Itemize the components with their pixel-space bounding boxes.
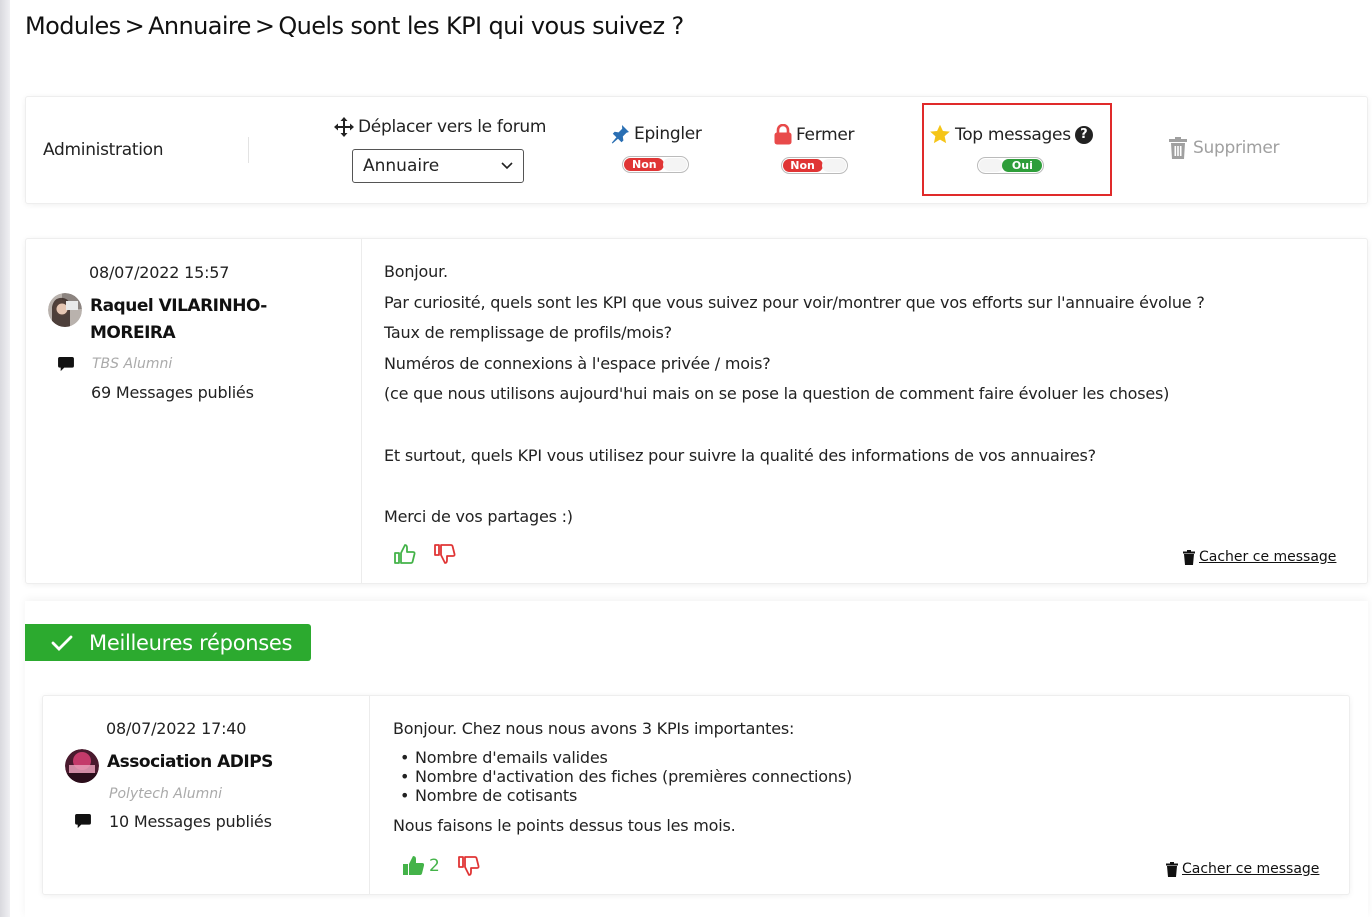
- best-body: Bonjour. Chez nous nous avons 3 KPIs imp…: [393, 719, 852, 835]
- chat-icon: [75, 814, 91, 829]
- breadcrumb-modules[interactable]: Modules: [25, 12, 121, 40]
- forum-select-value: Annuaire: [363, 156, 440, 176]
- best-intro: Bonjour. Chez nous nous avons 3 KPIs imp…: [393, 719, 795, 738]
- post-line: Merci de vos partages :): [384, 506, 573, 526]
- hide-message-text: Cacher ce message: [1199, 549, 1337, 565]
- post-line: Taux de remplissage de profils/mois?: [384, 323, 672, 343]
- post-line: Numéros de connexions à l'espace privée …: [384, 353, 771, 373]
- post-line: (ce que nous utilisons aujourd'hui mais …: [384, 384, 1170, 404]
- trash-icon: [1169, 137, 1187, 159]
- admin-bar: Administration Déplacer vers le forum An…: [25, 96, 1368, 204]
- close-text: Fermer: [796, 124, 855, 145]
- best-outro: Nous faisons le points dessus tous les m…: [393, 816, 736, 835]
- top-messages-toggle-state: Oui: [1002, 159, 1043, 172]
- breadcrumb-separator: >: [124, 12, 145, 40]
- pin-toggle[interactable]: Non: [622, 156, 690, 173]
- post-author-panel: 08/07/2022 15:57 Raquel VILARINHO- MOREI…: [26, 239, 362, 583]
- pin-text: Epingler: [634, 124, 702, 144]
- admin-title: Administration: [43, 140, 164, 160]
- thumbs-up-icon[interactable]: [394, 543, 416, 565]
- pin-label: Epingler: [610, 124, 702, 144]
- hide-message-link[interactable]: Cacher ce message: [1183, 549, 1336, 565]
- best-author[interactable]: Association ADIPS: [65, 749, 273, 783]
- post-date: 08/07/2022 15:57: [89, 263, 230, 282]
- top-messages-toggle-knob: [979, 159, 1004, 172]
- chevron-down-icon: [501, 162, 513, 170]
- breadcrumb: Modules > Annuaire > Quels sont les KPI qui …: [25, 12, 684, 40]
- post-body: Bonjour. Par curiosité, quels sont les K…: [384, 257, 1205, 532]
- author-organization: TBS Alumni: [92, 356, 173, 372]
- post-card: 08/07/2022 15:57 Raquel VILARINHO- MOREI…: [25, 238, 1368, 584]
- best-hide-message-text: Cacher ce message: [1182, 861, 1320, 877]
- thumbs-down-icon[interactable]: [434, 543, 456, 565]
- breadcrumb-separator: >: [254, 12, 275, 40]
- trash-icon: [1166, 861, 1178, 877]
- close-toggle-state: Non: [782, 159, 823, 172]
- move-icon: [334, 117, 354, 137]
- move-to-forum-text: Déplacer vers le forum: [358, 117, 547, 137]
- thumbs-up-filled-icon[interactable]: [403, 856, 425, 876]
- avatar: [65, 749, 99, 783]
- post-line: Par curiosité, quels sont les KPI que vo…: [384, 292, 1205, 312]
- best-author-organization: Polytech Alumni: [109, 786, 223, 802]
- best-answers-title: Meilleures réponses: [89, 630, 293, 655]
- list-item: Nombre de cotisants: [393, 786, 852, 805]
- delete-text: Supprimer: [1193, 138, 1280, 158]
- post-line: Et surtout, quels KPI vous utilisez pour…: [384, 445, 1096, 465]
- check-icon: [51, 635, 73, 651]
- best-author-name: Association ADIPS: [107, 752, 273, 772]
- help-icon[interactable]: ?: [1074, 125, 1093, 144]
- post-line: Bonjour.: [384, 262, 448, 281]
- list-item: Nombre d'emails valides: [393, 748, 852, 767]
- forum-select[interactable]: Annuaire: [352, 149, 524, 183]
- like-count: 2: [429, 856, 440, 876]
- best-answers-banner: Meilleures réponses: [25, 624, 311, 661]
- kpi-list: Nombre d'emails valides Nombre d'activat…: [393, 748, 852, 805]
- breadcrumb-topic: Quels sont les KPI qui vous suivez ?: [278, 12, 684, 40]
- author-name-line2: MOREIRA: [90, 323, 176, 343]
- pin-icon: [611, 125, 629, 144]
- top-messages-toggle[interactable]: Oui: [977, 157, 1045, 174]
- close-toggle[interactable]: Non: [780, 157, 848, 174]
- top-messages-text: Top messages: [955, 124, 1071, 145]
- avatar: [48, 293, 82, 327]
- pin-toggle-knob: [663, 158, 688, 171]
- chat-icon: [58, 357, 74, 372]
- post-line: [384, 471, 1205, 502]
- top-messages-label: Top messages ?: [929, 124, 1093, 145]
- left-edge: [0, 0, 10, 917]
- best-votes: 2: [403, 855, 480, 877]
- star-icon: [930, 124, 950, 144]
- best-date: 08/07/2022 17:40: [106, 719, 247, 738]
- move-to-forum-label: Déplacer vers le forum: [334, 117, 546, 137]
- best-hide-message-link[interactable]: Cacher ce message: [1166, 861, 1319, 877]
- best-answer-card: 08/07/2022 17:40 Association ADIPS Polyt…: [42, 695, 1350, 895]
- list-item: Nombre d'activation des fiches (première…: [393, 767, 852, 786]
- post-author[interactable]: Raquel VILARINHO- MOREIRA: [48, 293, 267, 347]
- close-toggle-knob: [821, 159, 846, 172]
- lock-icon: [774, 124, 792, 145]
- move-to-forum-group: Déplacer vers le forum Annuaire: [334, 117, 546, 183]
- delete-button[interactable]: Supprimer: [1169, 137, 1279, 159]
- post-votes: [394, 543, 456, 565]
- message-count: 69 Messages publiés: [91, 383, 254, 402]
- top-messages-group: Top messages ? Oui: [929, 124, 1093, 178]
- breadcrumb-annuaire[interactable]: Annuaire: [148, 12, 251, 40]
- close-label: Fermer: [774, 124, 855, 145]
- author-name-line1: Raquel VILARINHO-: [90, 296, 267, 316]
- page: Modules > Annuaire > Quels sont les KPI qui …: [10, 0, 1372, 917]
- post-line: [384, 410, 1205, 441]
- pin-group: Epingler Non: [610, 124, 702, 177]
- best-author-panel: 08/07/2022 17:40 Association ADIPS Polyt…: [43, 696, 370, 894]
- trash-icon: [1183, 549, 1195, 565]
- best-message-count: 10 Messages publiés: [109, 812, 272, 831]
- pin-toggle-state: Non: [624, 158, 665, 171]
- thumbs-down-icon[interactable]: [457, 855, 480, 877]
- admin-divider: [248, 137, 249, 163]
- close-group: Fermer Non: [774, 124, 855, 178]
